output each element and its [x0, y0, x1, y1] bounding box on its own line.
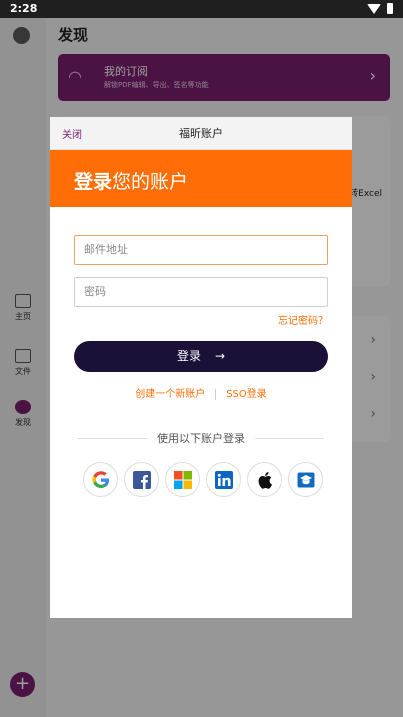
email-field[interactable]: 邮件地址 [74, 235, 328, 265]
linkedin-icon [214, 470, 233, 489]
apple-login-button[interactable] [247, 462, 282, 497]
education-login-button[interactable] [288, 462, 323, 497]
account-links: 创建一个新账户 SSO登录 [50, 385, 352, 400]
banner-text: 您的账户 [112, 171, 189, 193]
google-icon [92, 470, 109, 488]
arrow-right-icon: → [214, 349, 226, 363]
login-button-label: 登录 [176, 349, 201, 363]
status-time: 2:28 [10, 2, 38, 15]
dialog-header: 关闭 福昕账户 [50, 117, 352, 150]
social-login-row [83, 462, 323, 497]
social-heading: 使用以下账户登录 [157, 432, 245, 445]
linkedin-login-button[interactable] [206, 462, 241, 497]
sso-login-link[interactable]: SSO登录 [226, 389, 267, 400]
create-account-link[interactable]: 创建一个新账户 [135, 389, 205, 400]
banner-bold-text: 登录 [74, 171, 113, 193]
login-button[interactable]: 登录 → [74, 341, 328, 372]
link-divider [215, 388, 217, 400]
microsoft-icon [173, 470, 192, 489]
google-login-button[interactable] [83, 462, 118, 497]
status-bar: 2:28 [0, 0, 403, 18]
battery-icon [387, 3, 393, 14]
login-dialog: 关闭 福昕账户 登录您的账户 邮件地址 密码 忘记密码？ 登录 → 创建一个新账户… [50, 117, 352, 618]
facebook-icon [132, 470, 151, 489]
microsoft-login-button[interactable] [165, 462, 200, 497]
facebook-login-button[interactable] [124, 462, 159, 497]
wifi-icon [367, 3, 381, 14]
education-icon [297, 472, 314, 487]
forgot-password-link[interactable]: 忘记密码？ [278, 312, 328, 327]
dialog-title: 福昕账户 [179, 127, 223, 140]
password-field[interactable]: 密码 [74, 277, 328, 307]
apple-icon [258, 471, 272, 489]
login-banner: 登录您的账户 [50, 150, 352, 207]
social-divider: 使用以下账户登录 [78, 430, 324, 446]
